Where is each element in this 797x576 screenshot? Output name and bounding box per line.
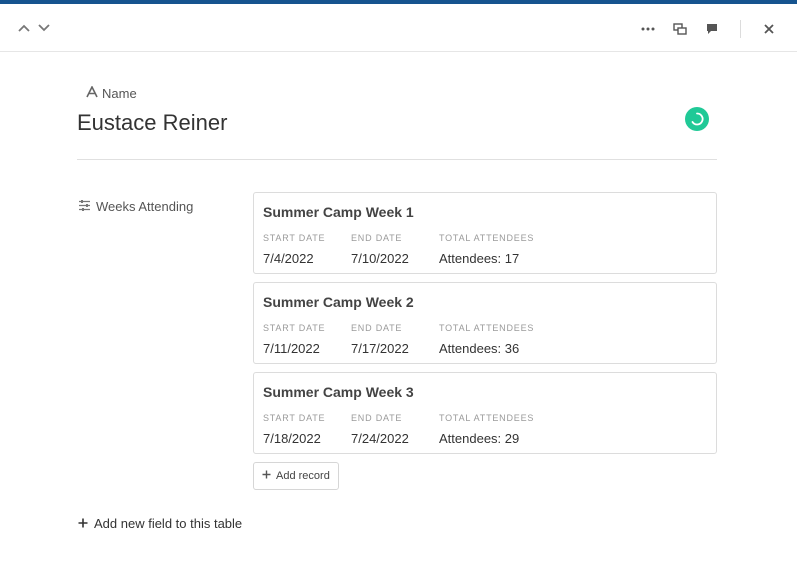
record-header [0, 4, 797, 52]
total-attendees-label: TOTAL ATTENDEES [439, 323, 535, 333]
add-field-button[interactable]: Add new field to this table [78, 516, 242, 531]
total-attendees-value: Attendees: 29 [439, 431, 520, 446]
total-attendees-value: Attendees: 17 [439, 251, 520, 266]
comment-icon[interactable] [702, 19, 722, 39]
name-field-label-text: Name [102, 86, 137, 101]
close-icon[interactable] [759, 19, 779, 39]
end-date-label: END DATE [351, 323, 403, 333]
end-date-value: 7/17/2022 [351, 341, 409, 356]
start-date-value: 7/11/2022 [263, 341, 320, 356]
plus-icon [78, 516, 88, 531]
record-title[interactable]: Eustace Reiner [77, 110, 227, 136]
start-date-label: START DATE [263, 233, 326, 243]
end-date-value: 7/24/2022 [351, 431, 409, 446]
text-field-icon [86, 85, 98, 101]
end-date-value: 7/10/2022 [351, 251, 409, 266]
add-record-label: Add record [276, 470, 330, 482]
add-record-button[interactable]: Add record [253, 462, 339, 490]
expand-icon[interactable] [670, 19, 690, 39]
add-field-label: Add new field to this table [94, 516, 243, 531]
weeks-attending-label: Weeks Attending [78, 199, 193, 214]
total-attendees-label: TOTAL ATTENDEES [439, 413, 535, 423]
plus-icon [262, 470, 271, 482]
start-date-label: START DATE [263, 413, 326, 423]
title-divider [77, 159, 717, 160]
record-card-title: Summer Camp Week 1 [263, 204, 414, 220]
linked-records-list: Summer Camp Week 1 START DATE 7/4/2022 E… [253, 192, 717, 462]
header-separator [740, 20, 741, 38]
linked-record-card[interactable]: Summer Camp Week 1 START DATE 7/4/2022 E… [253, 192, 717, 274]
start-date-label: START DATE [263, 323, 326, 333]
linked-record-icon [78, 199, 91, 214]
start-date-value: 7/4/2022 [263, 251, 314, 266]
total-attendees-value: Attendees: 36 [439, 341, 520, 356]
total-attendees-label: TOTAL ATTENDEES [439, 233, 535, 243]
record-card-title: Summer Camp Week 3 [263, 384, 414, 400]
linked-record-card[interactable]: Summer Camp Week 2 START DATE 7/11/2022 … [253, 282, 717, 364]
more-icon[interactable] [638, 19, 658, 39]
chevron-up-icon[interactable] [14, 18, 34, 38]
chevron-down-icon[interactable] [34, 18, 54, 38]
loading-spinner-icon [685, 107, 709, 131]
name-field-label: Name [86, 85, 137, 101]
start-date-value: 7/18/2022 [263, 431, 321, 446]
end-date-label: END DATE [351, 233, 403, 243]
linked-record-card[interactable]: Summer Camp Week 3 START DATE 7/18/2022 … [253, 372, 717, 454]
weeks-attending-label-text: Weeks Attending [96, 199, 194, 214]
record-card-title: Summer Camp Week 2 [263, 294, 414, 310]
end-date-label: END DATE [351, 413, 403, 423]
